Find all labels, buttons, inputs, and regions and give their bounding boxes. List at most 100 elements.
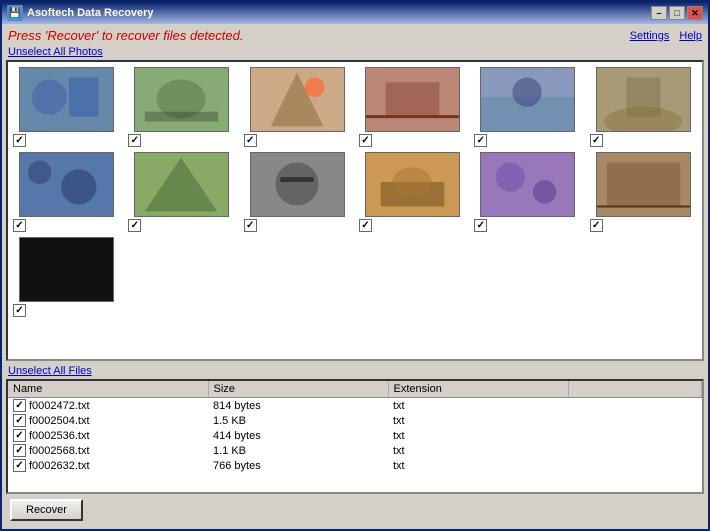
file-name: f0002504.txt <box>29 415 90 427</box>
photo-checkbox[interactable] <box>590 219 603 232</box>
file-checkbox[interactable] <box>13 459 26 472</box>
photo-check <box>13 219 26 232</box>
file-name: f0002536.txt <box>29 430 90 442</box>
col-header-size: Size <box>208 381 388 398</box>
photo-thumbnail <box>250 67 345 132</box>
file-extension-cell: txt <box>388 428 568 443</box>
files-panel-wrapper: Unselect All Files Name Size Extension f… <box>6 364 704 494</box>
photo-grid <box>13 67 697 317</box>
file-name: f0002568.txt <box>29 445 90 457</box>
col-header-extra <box>568 381 702 398</box>
file-name: f0002632.txt <box>29 460 90 472</box>
photo-checkbox[interactable] <box>474 134 487 147</box>
file-checkbox[interactable] <box>13 414 26 427</box>
title-bar-left: 💾 Asoftech Data Recovery <box>7 5 154 21</box>
photo-item <box>128 152 235 232</box>
table-row[interactable]: f0002472.txt814 bytestxt <box>8 398 702 414</box>
photo-item <box>244 152 351 232</box>
file-checkbox[interactable] <box>13 429 26 442</box>
photo-check <box>590 219 603 232</box>
file-extension-cell: txt <box>388 398 568 414</box>
files-table-container[interactable]: Name Size Extension f0002472.txt814 byte… <box>6 379 704 494</box>
minimize-button[interactable]: – <box>651 6 667 20</box>
file-name-cell: f0002536.txt <box>8 428 208 443</box>
photo-checkbox[interactable] <box>13 219 26 232</box>
top-links: Settings Help <box>630 30 702 42</box>
unselect-all-photos-link[interactable]: Unselect All Photos <box>8 46 103 58</box>
photo-panel-wrapper <box>6 60 704 361</box>
photo-thumbnail <box>134 152 229 217</box>
photo-thumbnail <box>365 67 460 132</box>
file-row-check: f0002536.txt <box>13 429 90 442</box>
photo-check <box>244 134 257 147</box>
settings-link[interactable]: Settings <box>630 30 670 42</box>
file-checkbox[interactable] <box>13 399 26 412</box>
photo-thumbnail <box>596 152 691 217</box>
file-extension-cell: txt <box>388 458 568 473</box>
photo-check <box>128 219 141 232</box>
file-size-cell: 766 bytes <box>208 458 388 473</box>
recover-message: Press 'Recover' to recover files detecte… <box>8 28 243 43</box>
close-button[interactable]: ✕ <box>687 6 703 20</box>
recover-button[interactable]: Recover <box>10 499 83 521</box>
photo-item <box>359 152 466 232</box>
photo-thumbnail <box>134 67 229 132</box>
file-name-cell: f0002632.txt <box>8 458 208 473</box>
maximize-button[interactable]: □ <box>669 6 685 20</box>
col-header-extension: Extension <box>388 381 568 398</box>
photo-check <box>590 134 603 147</box>
photo-item <box>590 152 697 232</box>
photo-item <box>13 237 120 317</box>
photo-checkbox[interactable] <box>244 219 257 232</box>
file-name-cell: f0002504.txt <box>8 413 208 428</box>
files-table-body: f0002472.txt814 bytestxtf0002504.txt 1.5 … <box>8 398 702 474</box>
photo-checkbox[interactable] <box>128 219 141 232</box>
unselect-files-bar: Unselect All Files <box>6 364 704 379</box>
photo-checkbox[interactable] <box>474 219 487 232</box>
photo-check <box>244 219 257 232</box>
table-row[interactable]: f0002568.txt1.1 KBtxt <box>8 443 702 458</box>
file-size-cell: 1.1 KB <box>208 443 388 458</box>
photo-checkbox[interactable] <box>13 304 26 317</box>
photo-thumbnail <box>250 152 345 217</box>
title-bar: 💾 Asoftech Data Recovery – □ ✕ <box>2 2 708 24</box>
photo-checkbox[interactable] <box>590 134 603 147</box>
photo-item <box>13 152 120 232</box>
file-row-check: f0002504.txt <box>13 414 90 427</box>
photo-item <box>128 67 235 147</box>
photo-checkbox[interactable] <box>359 219 372 232</box>
file-row-check: f0002568.txt <box>13 444 90 457</box>
photo-check <box>474 219 487 232</box>
photo-checkbox[interactable] <box>128 134 141 147</box>
table-row[interactable]: f0002632.txt 766 bytestxt <box>8 458 702 473</box>
main-window: 💾 Asoftech Data Recovery – □ ✕ Press 'Re… <box>0 0 710 531</box>
table-row[interactable]: f0002536.txt414 bytestxt <box>8 428 702 443</box>
file-name-cell: f0002568.txt <box>8 443 208 458</box>
photo-panel[interactable] <box>6 60 704 361</box>
unselect-all-files-link[interactable]: Unselect All Files <box>8 365 92 377</box>
bottom-bar: Recover <box>6 494 704 525</box>
window-body: Press 'Recover' to recover files detecte… <box>2 24 708 529</box>
col-header-name: Name <box>8 381 208 398</box>
photo-thumbnail <box>480 152 575 217</box>
photo-thumbnail <box>365 152 460 217</box>
photo-check <box>13 304 26 317</box>
photo-checkbox[interactable] <box>244 134 257 147</box>
photo-check <box>359 134 372 147</box>
file-size-cell: 1.5 KB <box>208 413 388 428</box>
file-name-cell: f0002472.txt <box>8 398 208 414</box>
window-title: Asoftech Data Recovery <box>27 7 154 19</box>
photo-checkbox[interactable] <box>359 134 372 147</box>
help-link[interactable]: Help <box>679 30 702 42</box>
table-header-row: Name Size Extension <box>8 381 702 398</box>
photo-item <box>359 67 466 147</box>
table-row[interactable]: f0002504.txt1.5 KBtxt <box>8 413 702 428</box>
file-name: f0002472.txt <box>29 400 90 412</box>
file-checkbox[interactable] <box>13 444 26 457</box>
top-bar: Press 'Recover' to recover files detecte… <box>6 28 704 43</box>
photo-item <box>590 67 697 147</box>
photo-thumbnail <box>480 67 575 132</box>
photo-item <box>244 67 351 147</box>
photo-thumbnail <box>19 67 114 132</box>
photo-checkbox[interactable] <box>13 134 26 147</box>
